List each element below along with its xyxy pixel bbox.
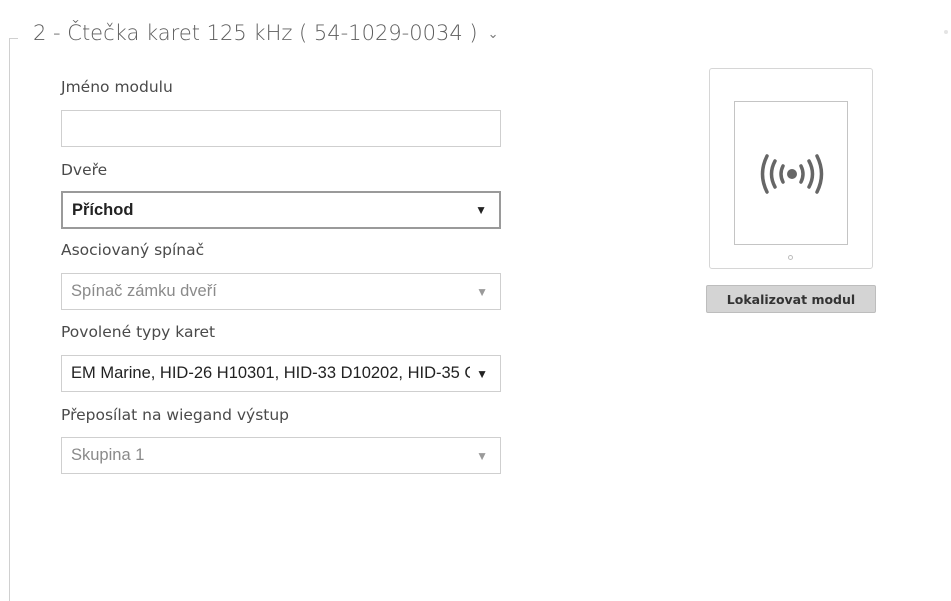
wiegand-label: Přeposílat na wiegand výstup xyxy=(61,406,290,424)
module-title: 2 - Čtečka karet 125 kHz ( 54-1029-0034 … xyxy=(33,21,478,45)
module-name-label: Jméno modulu xyxy=(61,78,173,96)
triangle-down-icon: ▼ xyxy=(476,366,488,381)
door-select[interactable]: Příchod ▼ xyxy=(61,191,501,229)
wiegand-select-value: Skupina 1 xyxy=(71,446,145,464)
module-header[interactable]: 2 - Čtečka karet 125 kHz ( 54-1029-0034 … xyxy=(33,18,498,48)
card-types-select-value: EM Marine, HID-26 H10301, HID-33 D10202,… xyxy=(71,364,470,382)
chevron-down-icon[interactable]: ⌄ xyxy=(488,27,499,42)
door-select-value: Příchod xyxy=(72,200,134,219)
section-frame-line xyxy=(9,38,10,601)
wiegand-select[interactable]: Skupina 1 ▼ xyxy=(61,437,501,474)
switch-label: Asociovaný spínač xyxy=(61,241,205,259)
module-name-input[interactable] xyxy=(61,110,501,147)
card-reader-module-image xyxy=(709,68,873,269)
rfid-wave-icon xyxy=(760,154,824,194)
card-types-select[interactable]: EM Marine, HID-26 H10301, HID-33 D10202,… xyxy=(61,355,501,392)
switch-select[interactable]: Spínač zámku dveří ▼ xyxy=(61,273,501,310)
scroll-indicator xyxy=(944,30,948,34)
door-label: Dveře xyxy=(61,161,108,179)
section-frame-top xyxy=(9,38,18,39)
switch-select-value: Spínač zámku dveří xyxy=(71,282,217,300)
card-types-label: Povolené typy karet xyxy=(61,323,216,341)
triangle-down-icon: ▼ xyxy=(476,448,488,463)
triangle-down-icon: ▼ xyxy=(476,284,488,299)
triangle-down-icon: ▼ xyxy=(475,203,487,217)
device-screen xyxy=(734,101,848,245)
device-led xyxy=(788,255,793,260)
locate-module-button[interactable]: Lokalizovat modul xyxy=(706,285,876,313)
